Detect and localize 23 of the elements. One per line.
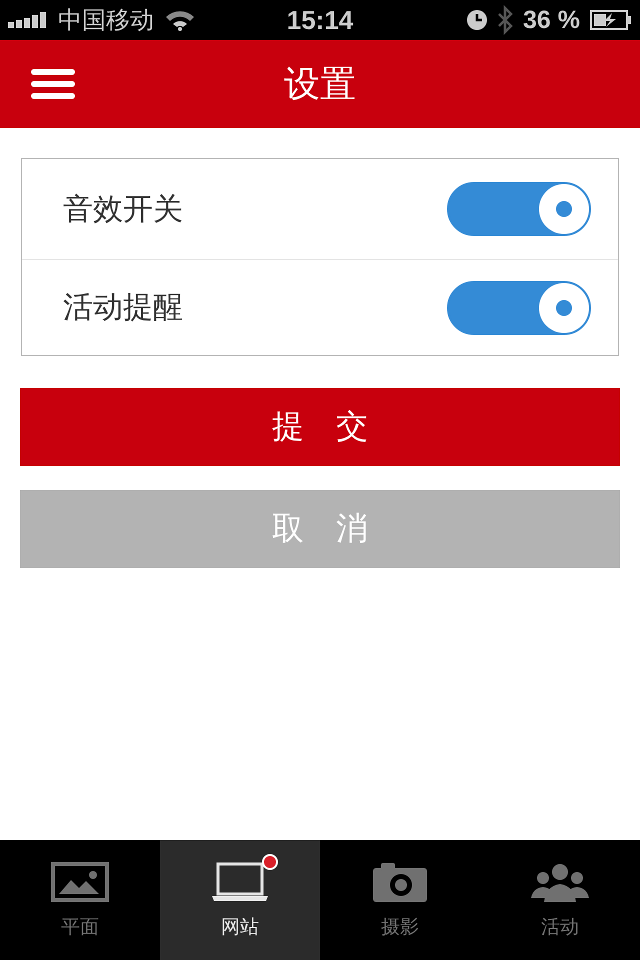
clock-icon (467, 10, 488, 30)
picture-icon (51, 862, 109, 902)
tab[interactable]: 活动 (480, 840, 640, 960)
menu-icon[interactable] (31, 68, 75, 100)
people-icon (531, 862, 589, 902)
clock-time: 15:14 (286, 4, 354, 36)
page-title: 设置 (284, 62, 356, 106)
carrier-name: 中国移动 (58, 5, 154, 36)
signal-icon (8, 12, 48, 28)
tab[interactable]: 平面 (0, 840, 160, 960)
laptop-icon (212, 862, 268, 902)
toggle-switch[interactable] (447, 182, 591, 236)
battery-percent: 36 % (523, 6, 580, 34)
camera-icon (373, 862, 427, 902)
battery-icon (590, 10, 632, 30)
tab[interactable]: 网站 (160, 840, 320, 960)
toggle-switch[interactable] (447, 280, 591, 334)
bluetooth-icon (497, 5, 514, 35)
setting-label: 活动提醒 (63, 289, 183, 327)
submit-button[interactable]: 提 交 (20, 388, 620, 466)
wifi-icon (164, 9, 196, 31)
setting-label: 音效开关 (63, 190, 183, 228)
tab[interactable]: 摄影 (320, 840, 480, 960)
